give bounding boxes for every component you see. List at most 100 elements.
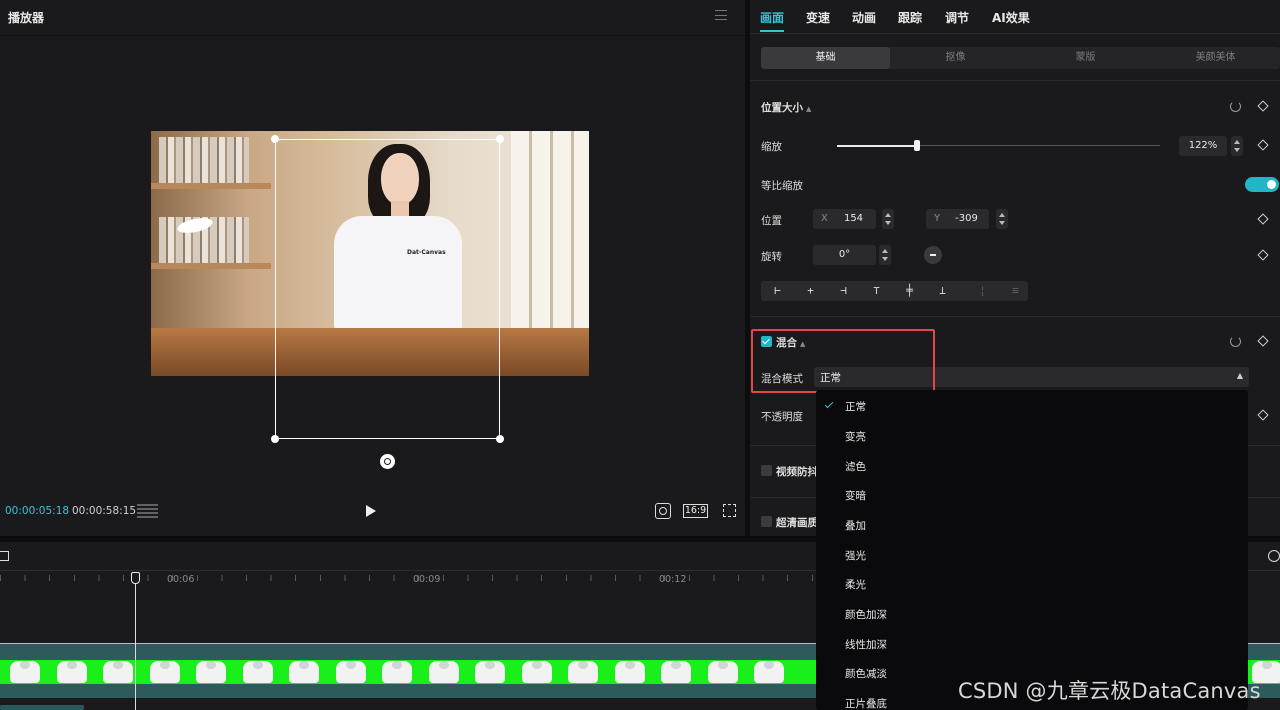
tab-ai-effects[interactable]: AI效果 <box>992 9 1030 26</box>
resize-handle-bottom-left[interactable] <box>271 435 279 443</box>
crop-icon[interactable] <box>0 551 9 561</box>
scale-slider-fill <box>837 145 919 147</box>
subtab-beauty[interactable]: 美颜美体 <box>1151 47 1280 69</box>
rotate-icon[interactable] <box>380 454 395 469</box>
tab-bar: 画面 变速 动画 跟踪 调节 AI效果 <box>750 0 1280 33</box>
rotation-input[interactable]: 0° <box>813 245 876 265</box>
position-y-value: -309 <box>955 213 978 224</box>
fullscreen-icon[interactable] <box>723 504 736 517</box>
reset-icon[interactable] <box>1230 101 1241 112</box>
keyframe-icon[interactable] <box>1257 249 1269 261</box>
ruler-label: 00:12 <box>659 574 687 585</box>
stabilize-checkbox[interactable] <box>761 465 772 476</box>
divider <box>750 316 1280 317</box>
tab-speed[interactable]: 变速 <box>806 9 830 26</box>
reset-icon[interactable] <box>1230 336 1241 347</box>
ruler-label: 00:06 <box>167 574 195 585</box>
clip-thumbnail <box>56 661 87 683</box>
highlight-box <box>751 329 935 393</box>
enhance-checkbox[interactable] <box>761 516 772 527</box>
playhead-handle[interactable] <box>131 572 140 584</box>
clip-thumbnail <box>521 661 552 683</box>
dropdown-option[interactable]: 正片叠底 <box>845 696 887 710</box>
position-x-field[interactable]: X 154 <box>813 209 876 229</box>
dropdown-option[interactable]: 叠加 <box>845 518 866 533</box>
playhead-line[interactable] <box>135 580 136 710</box>
position-x-stepper[interactable] <box>882 209 894 229</box>
menu-icon[interactable] <box>715 10 727 20</box>
tab-animation[interactable]: 动画 <box>852 9 876 26</box>
clip-thumbnail <box>661 661 691 683</box>
clip-thumbnail <box>754 661 784 683</box>
align-top-icon[interactable]: ⊤ <box>860 281 893 301</box>
keyframe-icon[interactable] <box>1257 100 1269 112</box>
align-toolbar: ⊢ + ⊣ ⊤ ╪ ⊥ ¦ ≡ <box>761 281 1028 301</box>
subtab-mask[interactable]: 蒙版 <box>1021 47 1150 69</box>
position-y-stepper[interactable] <box>996 209 1008 229</box>
subtab-basic[interactable]: 基础 <box>761 47 890 69</box>
distribute-h-icon[interactable]: ¦ <box>966 281 999 301</box>
timecode-total: 00:00:58:15 <box>72 505 137 517</box>
shelf <box>151 183 271 189</box>
grid-icon[interactable] <box>137 504 158 518</box>
align-bottom-icon[interactable]: ⊥ <box>926 281 959 301</box>
selection-box[interactable] <box>275 139 500 439</box>
distribute-v-icon[interactable]: ≡ <box>999 281 1032 301</box>
keyframe-icon[interactable] <box>1257 335 1269 347</box>
opacity-label: 不透明度 <box>761 411 803 423</box>
rotation-dial[interactable] <box>924 246 942 264</box>
rotation-label: 旋转 <box>761 251 782 263</box>
resize-handle-top-left[interactable] <box>271 135 279 143</box>
resize-handle-bottom-right[interactable] <box>496 435 504 443</box>
scale-input[interactable]: 122% <box>1179 136 1227 156</box>
dropdown-option[interactable]: 变亮 <box>845 429 866 444</box>
tab-picture[interactable]: 画面 <box>760 9 784 26</box>
position-size-header[interactable]: 位置大小 ▲ <box>761 100 811 115</box>
zoom-in-icon[interactable] <box>1268 550 1280 562</box>
align-center-v-icon[interactable]: ╪ <box>893 281 926 301</box>
uniform-scale-toggle[interactable] <box>1245 177 1279 192</box>
audio-track-segment[interactable] <box>0 705 84 710</box>
dropdown-option[interactable]: 颜色加深 <box>845 607 887 622</box>
subtab-cutout[interactable]: 抠像 <box>891 47 1020 69</box>
dropdown-option[interactable]: 线性加深 <box>845 637 887 652</box>
clip-thumbnail <box>149 661 180 683</box>
dropdown-option[interactable]: 柔光 <box>845 577 866 592</box>
align-right-icon[interactable]: ⊣ <box>827 281 860 301</box>
aspect-ratio-button[interactable]: 16:9 <box>683 504 708 518</box>
position-y-field[interactable]: Y -309 <box>926 209 989 229</box>
keyframe-icon[interactable] <box>1257 213 1269 225</box>
resize-handle-top-right[interactable] <box>496 135 504 143</box>
dropdown-option[interactable]: 变暗 <box>845 488 866 503</box>
keyframe-icon[interactable] <box>1257 139 1269 151</box>
player-panel: 播放器 Dat-Canvas 00:00:05:18 00:00:58:15 1… <box>0 0 745 536</box>
dropdown-option[interactable]: 强光 <box>845 548 866 563</box>
scale-slider-thumb[interactable] <box>914 140 920 151</box>
enhance-label: 超清画质 <box>776 517 818 529</box>
dropdown-option[interactable]: 滤色 <box>845 459 866 474</box>
stabilize-label: 视频防抖 <box>776 466 818 478</box>
tab-adjust[interactable]: 调节 <box>945 9 969 26</box>
clip-thumbnail <box>335 661 366 683</box>
dropdown-option[interactable]: 正常 <box>845 399 866 414</box>
play-button[interactable] <box>366 505 376 517</box>
align-left-icon[interactable]: ⊢ <box>761 281 794 301</box>
clip-thumbnail <box>242 661 273 683</box>
watermark: CSDN @九章云极DataCanvas <box>958 679 1261 703</box>
keyframe-icon[interactable] <box>1257 409 1269 421</box>
dropdown-option[interactable]: 颜色减淡 <box>845 666 887 681</box>
rotation-stepper[interactable] <box>879 245 891 265</box>
align-center-h-icon[interactable]: + <box>794 281 827 301</box>
clip-thumbnail <box>475 661 505 683</box>
scale-stepper[interactable] <box>1231 136 1243 156</box>
ruler-ticks <box>0 575 820 581</box>
active-tab-indicator <box>760 30 784 32</box>
ruler-label: 00:09 <box>413 574 441 585</box>
books <box>159 137 249 183</box>
clip-thumbnail <box>289 661 319 683</box>
y-axis-label: Y <box>934 213 941 224</box>
clip-thumbnail <box>614 661 645 683</box>
x-axis-label: X <box>821 213 828 224</box>
focus-icon[interactable] <box>655 503 671 519</box>
tab-tracking[interactable]: 跟踪 <box>898 9 922 26</box>
